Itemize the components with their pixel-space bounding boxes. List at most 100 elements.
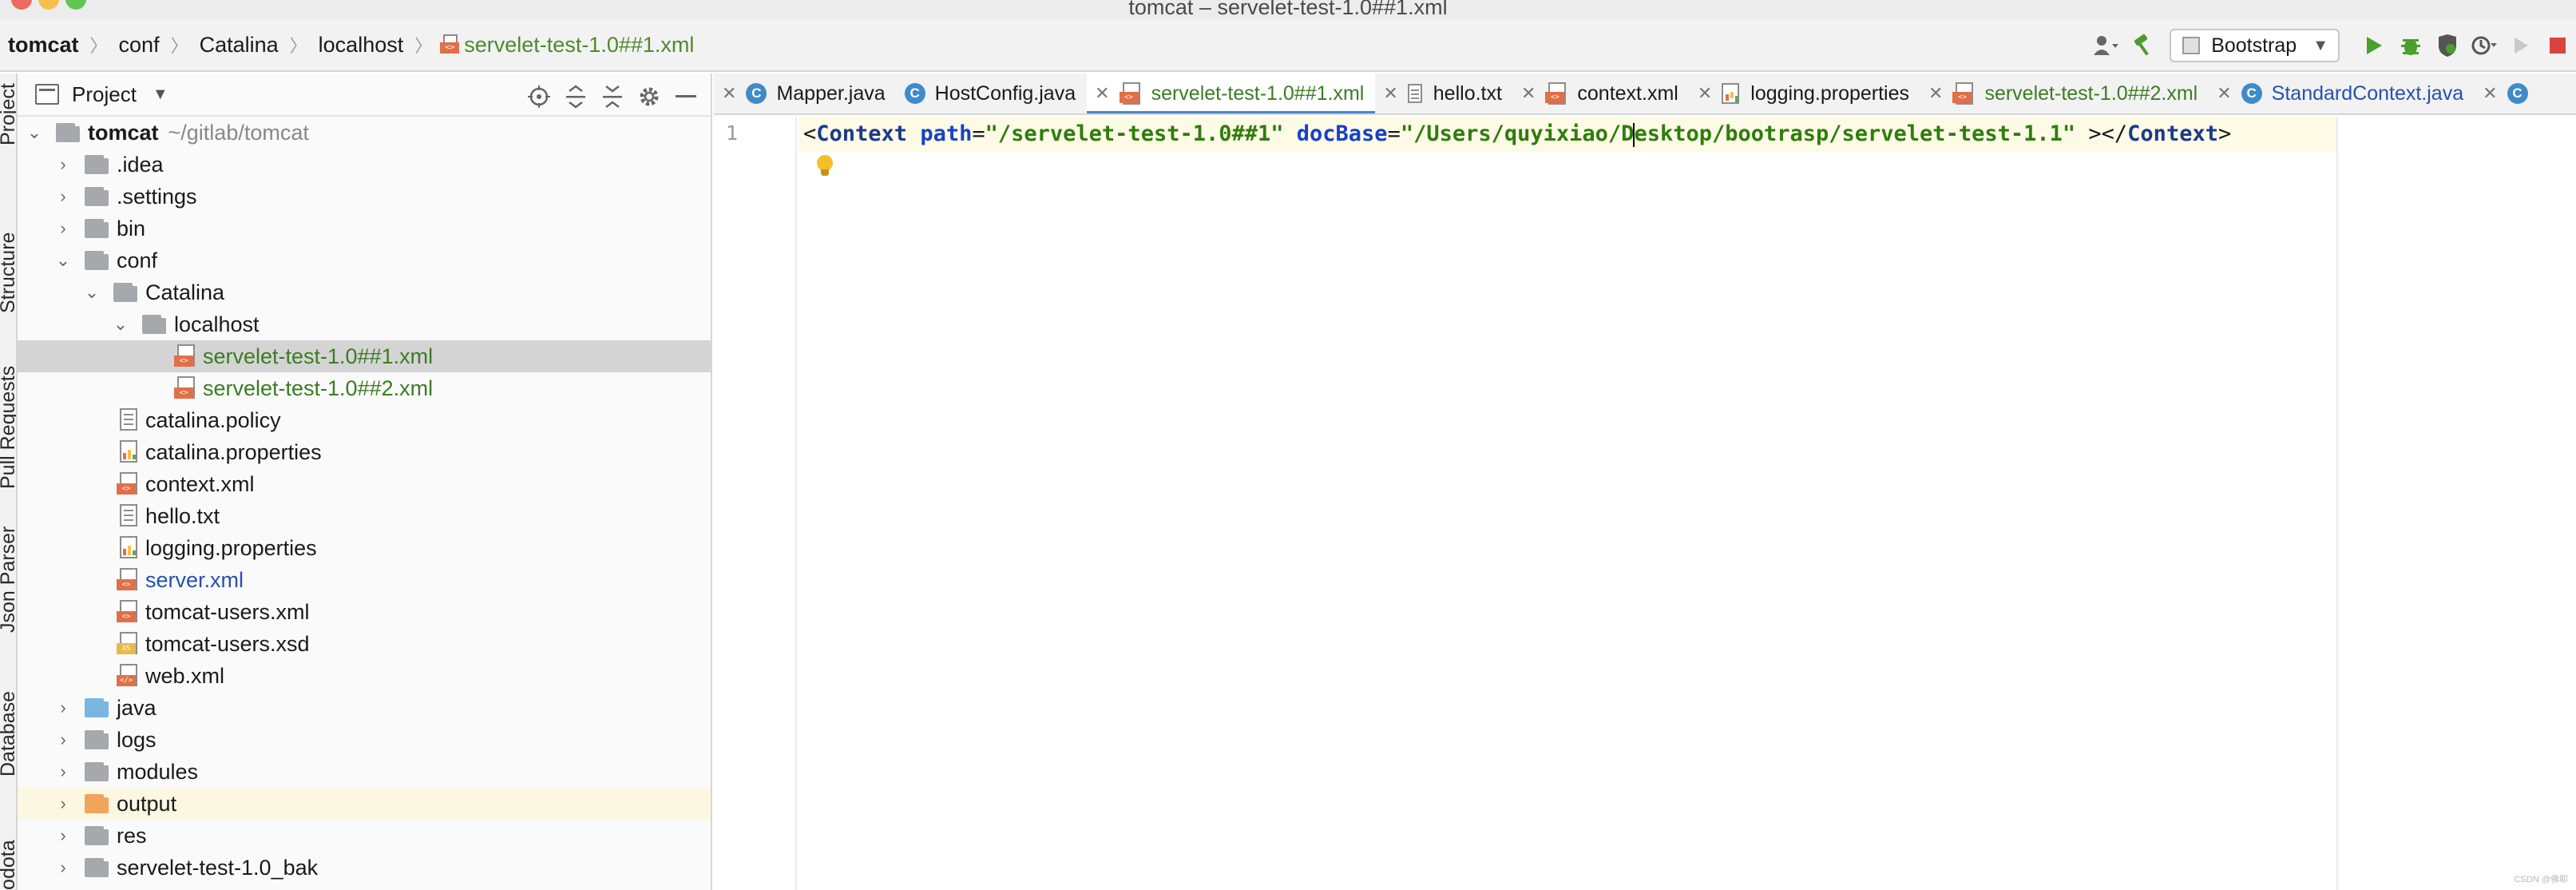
tree-item-label: catalina.policy	[145, 407, 281, 432]
tab-hostconfig-java[interactable]: C HostConfig.java	[897, 74, 1087, 113]
tree-item[interactable]: hello.txt	[18, 500, 711, 532]
breadcrumb-item-localhost[interactable]: localhost	[315, 33, 407, 58]
code-line[interactable]: <Context path="/servelet-test-1.0##1" do…	[803, 121, 2231, 147]
chevron-right-icon[interactable]: ›	[54, 154, 72, 175]
close-tab-icon[interactable]: ✕	[1928, 83, 1943, 104]
tab-standardcontext-java[interactable]: ✕ C StandardContext.java	[2209, 74, 2475, 113]
tree-item[interactable]: › servelet-test-1.0_bak	[18, 852, 711, 884]
code-editor[interactable]: <Context path="/servelet-test-1.0##1" do…	[799, 117, 2576, 890]
tree-item[interactable]: › output	[18, 788, 711, 820]
close-tab-icon[interactable]: ✕	[1383, 83, 1397, 104]
tree-item-root[interactable]: ⌄ tomcat ~/gitlab/tomcat	[18, 117, 711, 149]
tree-item-selected[interactable]: <> servelet-test-1.0##1.xml	[18, 340, 711, 372]
profiler-icon[interactable]	[2466, 27, 2503, 64]
xml-file-icon: <>	[1545, 82, 1567, 105]
tree-item[interactable]: logging.properties	[18, 532, 711, 564]
chevron-down-icon[interactable]: ⌄	[26, 122, 43, 143]
tool-tab-json-parser[interactable]: Json Parser	[0, 526, 16, 633]
tab-label: context.xml	[1577, 81, 1678, 105]
java-class-icon: C	[746, 83, 767, 104]
tree-item[interactable]: <> server.xml	[18, 564, 711, 596]
tool-tab-pull-requests[interactable]: Pull Requests	[0, 366, 16, 489]
xml-file-icon: <>	[1119, 82, 1142, 105]
hide-panel-icon[interactable]	[668, 78, 704, 115]
chevron-right-icon[interactable]: ›	[54, 825, 72, 846]
stop-icon[interactable]	[2539, 27, 2576, 64]
resume-icon[interactable]	[2503, 27, 2539, 64]
intention-bulb-icon[interactable]	[816, 155, 834, 177]
chevron-down-icon[interactable]: ⌄	[54, 250, 72, 271]
close-tab-icon[interactable]: ✕	[1698, 83, 1712, 104]
close-tab-icon[interactable]: ✕	[1095, 83, 1109, 104]
tree-item[interactable]: › java	[18, 692, 711, 724]
breadcrumb-item-catalina[interactable]: Catalina	[196, 33, 282, 58]
chevron-right-icon[interactable]: ›	[54, 729, 72, 750]
tree-item[interactable]: XS tomcat-users.xsd	[18, 628, 711, 660]
locate-file-icon[interactable]	[521, 78, 557, 115]
chevron-right-icon[interactable]: ›	[54, 697, 72, 718]
user-account-icon[interactable]	[2088, 27, 2125, 64]
close-tab-icon[interactable]: ✕	[2217, 83, 2231, 104]
close-tab-icon[interactable]: ✕	[1521, 83, 1536, 104]
tab-context-xml[interactable]: ✕ <> context.xml	[1513, 74, 1690, 113]
tree-item-label: tomcat-users.xml	[145, 599, 310, 624]
tree-item-label: catalina.properties	[145, 439, 322, 464]
chevron-right-icon[interactable]: ›	[54, 793, 72, 814]
tree-item[interactable]: › bin	[18, 213, 711, 244]
module-folder-icon	[56, 123, 80, 142]
code-token-bracket: ></	[2088, 121, 2128, 146]
tree-item-label: .idea	[117, 152, 164, 177]
tree-item[interactable]: › res	[18, 820, 711, 852]
tab-hello-txt[interactable]: ✕ hello.txt	[1375, 74, 1513, 113]
chevron-down-icon[interactable]: ⌄	[83, 282, 101, 303]
run-configuration-select[interactable]: Bootstrap ▼	[2170, 29, 2340, 62]
tab-overflow[interactable]: ✕ C	[2475, 74, 2548, 113]
tree-item[interactable]: <> servelet-test-1.0##2.xml	[18, 372, 711, 404]
chevron-right-icon[interactable]: ›	[54, 761, 72, 782]
close-tab-icon[interactable]: ✕	[722, 83, 736, 104]
tree-item[interactable]: ⌄ localhost	[18, 308, 711, 340]
tree-item[interactable]: › logs	[18, 724, 711, 756]
breadcrumb-item-tomcat[interactable]: tomcat	[5, 33, 82, 58]
java-class-icon: C	[904, 83, 925, 104]
tree-item[interactable]: ⌄ Catalina	[18, 276, 711, 308]
window-title: tomcat – servelet-test-1.0##1.xml	[1128, 0, 1448, 19]
chevron-down-icon[interactable]: ▼	[153, 85, 168, 104]
gear-icon[interactable]	[631, 78, 668, 115]
tree-item[interactable]: › .idea	[18, 149, 711, 181]
tree-item[interactable]: <> tomcat-users.xml	[18, 596, 711, 628]
tree-item[interactable]: › modules	[18, 756, 711, 788]
chevron-right-icon[interactable]: ›	[54, 218, 72, 239]
collapse-all-icon[interactable]	[594, 78, 631, 115]
chevron-down-icon[interactable]: ⌄	[112, 314, 129, 335]
tool-tab-database[interactable]: Database	[0, 691, 16, 777]
tree-item[interactable]: <> context.xml	[18, 468, 711, 500]
tab-servelet-test-1-xml-active[interactable]: ✕ <> servelet-test-1.0##1.xml	[1087, 74, 1376, 113]
tree-item[interactable]: ⌄ conf	[18, 244, 711, 276]
tree-item[interactable]: catalina.policy	[18, 404, 711, 436]
close-tab-icon[interactable]: ✕	[2483, 83, 2497, 104]
tree-item-label: bin	[117, 216, 146, 240]
project-panel-title[interactable]: Project	[72, 82, 137, 107]
properties-file-icon	[120, 440, 137, 463]
tool-tab-structure[interactable]: Structure	[0, 232, 16, 313]
tool-tab-project[interactable]: Project	[0, 83, 16, 145]
chevron-right-icon[interactable]: ›	[54, 186, 72, 207]
tree-item[interactable]: </> web.xml	[18, 660, 711, 692]
coverage-shield-icon[interactable]	[2429, 27, 2466, 64]
title-bar: tomcat – servelet-test-1.0##1.xml	[0, 0, 2576, 19]
tree-item[interactable]: › .settings	[18, 181, 711, 213]
breadcrumb-item-conf[interactable]: conf	[116, 33, 163, 58]
tab-servelet-test-2-xml[interactable]: ✕ <> servelet-test-1.0##2.xml	[1920, 74, 2209, 113]
build-hammer-icon[interactable]	[2125, 27, 2162, 64]
tab-logging-properties[interactable]: ✕ logging.properties	[1690, 74, 1920, 113]
breadcrumb-item-file[interactable]: servelet-test-1.0##1.xml	[461, 33, 697, 58]
tree-item[interactable]: catalina.properties	[18, 436, 711, 468]
run-icon[interactable]	[2356, 27, 2392, 64]
folder-icon	[85, 219, 109, 238]
debug-bug-icon[interactable]	[2392, 27, 2429, 64]
tab-mapper-java[interactable]: ✕ C Mapper.java	[714, 74, 897, 113]
expand-all-icon[interactable]	[557, 78, 594, 115]
tool-tab-codota[interactable]: Codota	[0, 840, 16, 890]
chevron-right-icon[interactable]: ›	[54, 857, 72, 878]
